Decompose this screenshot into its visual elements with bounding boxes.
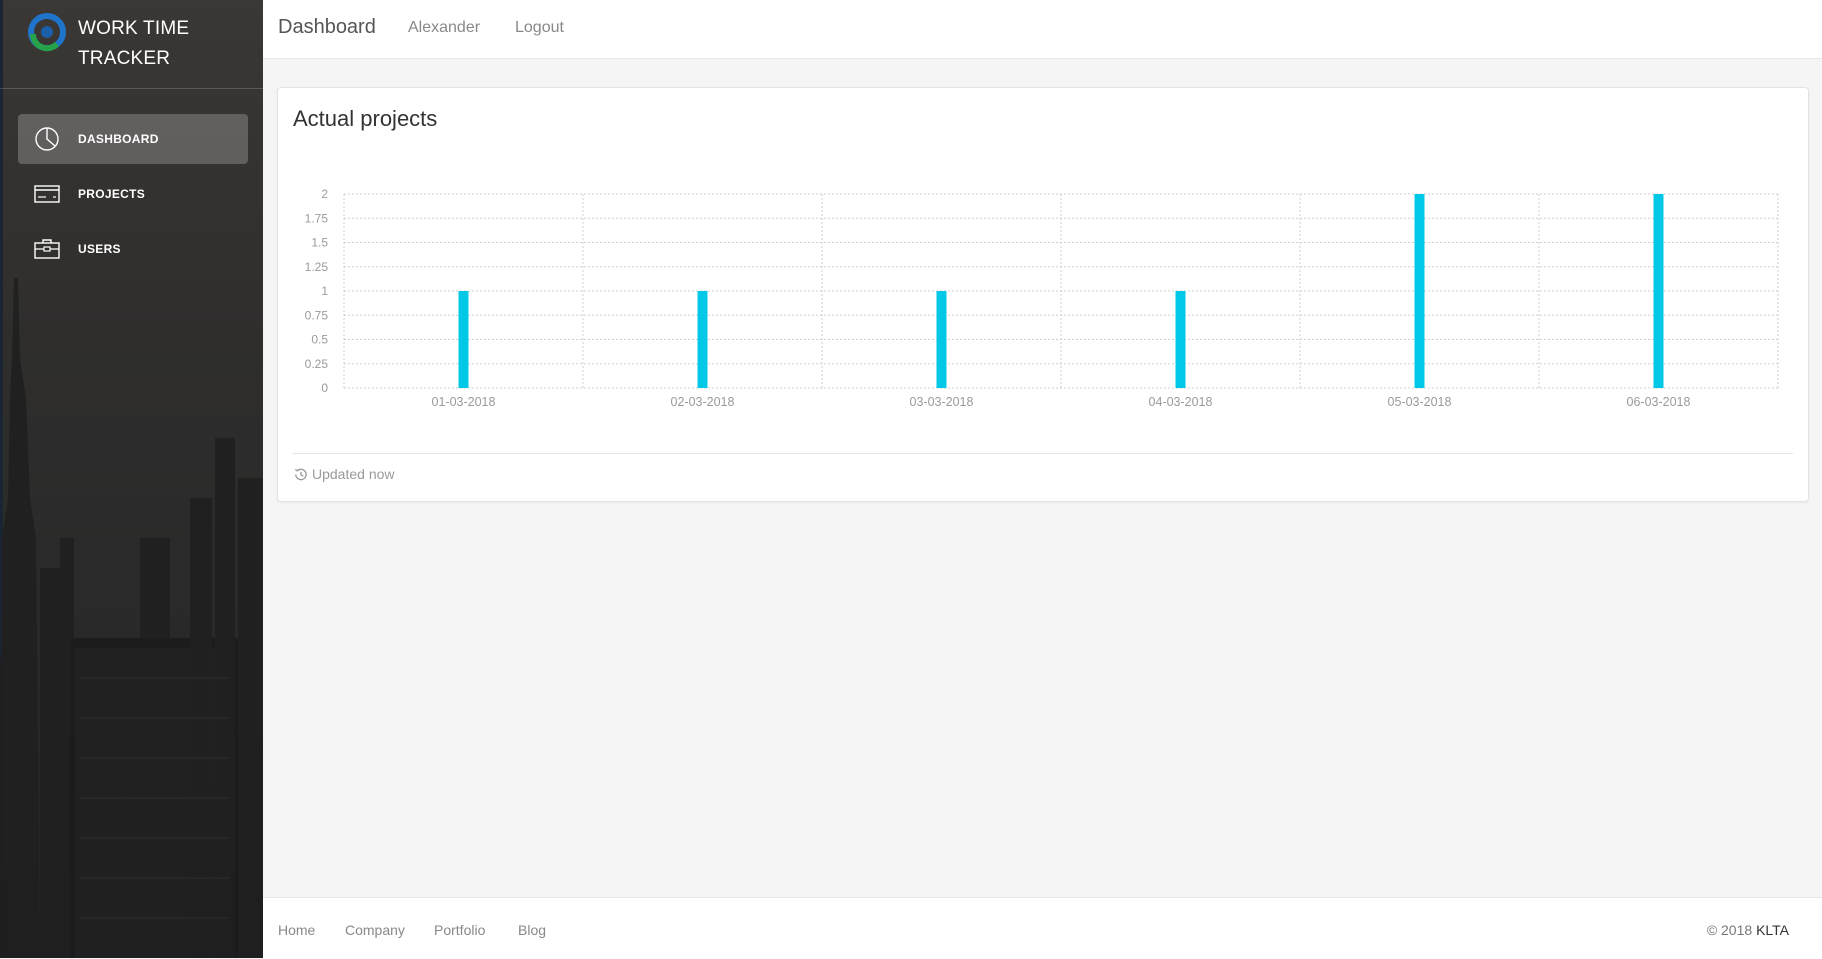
user-link[interactable]: Alexander — [408, 19, 480, 37]
y-tick-label: 1.5 — [311, 236, 328, 250]
x-tick-label: 03-03-2018 — [910, 395, 974, 409]
bar — [1414, 194, 1425, 388]
x-tick-label: 04-03-2018 — [1149, 395, 1213, 409]
sidebar-item-projects[interactable]: PROJECTS — [18, 169, 248, 219]
sidebar-item-label: DASHBOARD — [78, 132, 159, 146]
copyright-prefix: © 2018 — [1706, 922, 1753, 938]
bar — [697, 291, 708, 388]
y-tick-label: 1.25 — [305, 260, 329, 274]
bar — [1653, 194, 1664, 388]
updated-text: Updated now — [312, 466, 395, 482]
sidebar-item-users[interactable]: USERS — [18, 224, 248, 274]
bar — [458, 291, 469, 388]
logout-link[interactable]: Logout — [515, 19, 564, 37]
sidebar-item-label: PROJECTS — [78, 187, 146, 201]
y-tick-label: 1 — [321, 284, 328, 298]
sidebar-item-label: USERS — [78, 242, 121, 256]
sidebar-brand[interactable]: WORK TIME TRACKER — [0, 0, 263, 89]
y-tick-label: 0.25 — [305, 357, 329, 371]
bar — [1175, 291, 1186, 388]
briefcase-icon — [34, 239, 60, 259]
brand-title-line2: TRACKER — [78, 48, 171, 69]
y-tick-label: 0 — [321, 381, 328, 395]
x-tick-label: 02-03-2018 — [671, 395, 735, 409]
page-footer: Home Company Portfolio Blog © 2018 KLTA — [263, 897, 1822, 959]
y-tick-label: 1.75 — [305, 211, 329, 225]
footer-link-portfolio[interactable]: Portfolio — [434, 922, 485, 938]
pie-chart-icon — [35, 127, 59, 151]
brand-title-line1: WORK TIME — [78, 18, 190, 39]
x-tick-label: 01-03-2018 — [432, 395, 496, 409]
projects-bar-chart: 0 0.25 0.5 0.75 1 1.25 1.5 1.75 2 01-03-2018 02-03… — [305, 187, 1779, 409]
footer-link-blog[interactable]: Blog — [518, 922, 546, 938]
copyright-brand[interactable]: KLTA — [1756, 922, 1789, 938]
bar — [936, 291, 947, 388]
y-tick-label: 0.5 — [311, 333, 328, 347]
x-tick-label: 05-03-2018 — [1388, 395, 1452, 409]
x-tick-label: 06-03-2018 — [1627, 395, 1691, 409]
city-skyline-background — [0, 278, 263, 958]
footer-link-company[interactable]: Company — [345, 922, 405, 938]
copyright: © 2018 KLTA — [1707, 922, 1789, 938]
footer-link-home[interactable]: Home — [278, 922, 315, 938]
sidebar: WORK TIME TRACKER DASHBOARD PROJECTS USE… — [0, 0, 263, 958]
credit-card-icon — [34, 185, 60, 203]
card-footer-stats: Updated now — [293, 466, 395, 482]
logo-icon — [28, 13, 66, 52]
card-footer: Updated now — [293, 453, 1793, 482]
y-tick-label: 0.75 — [305, 308, 329, 322]
history-icon — [294, 468, 307, 480]
sidebar-nav: DASHBOARD PROJECTS USERS — [18, 114, 248, 279]
top-navbar: Dashboard Alexander Logout — [263, 0, 1822, 59]
sidebar-item-dashboard[interactable]: DASHBOARD — [18, 114, 248, 164]
page-title[interactable]: Dashboard — [278, 16, 376, 39]
y-tick-label: 2 — [321, 187, 328, 201]
brand-title: WORK TIME TRACKER — [78, 14, 248, 74]
actual-projects-card: Actual projects 0 0.25 0.5 0.75 1 1.25 1.5 1.75… — [277, 87, 1809, 502]
